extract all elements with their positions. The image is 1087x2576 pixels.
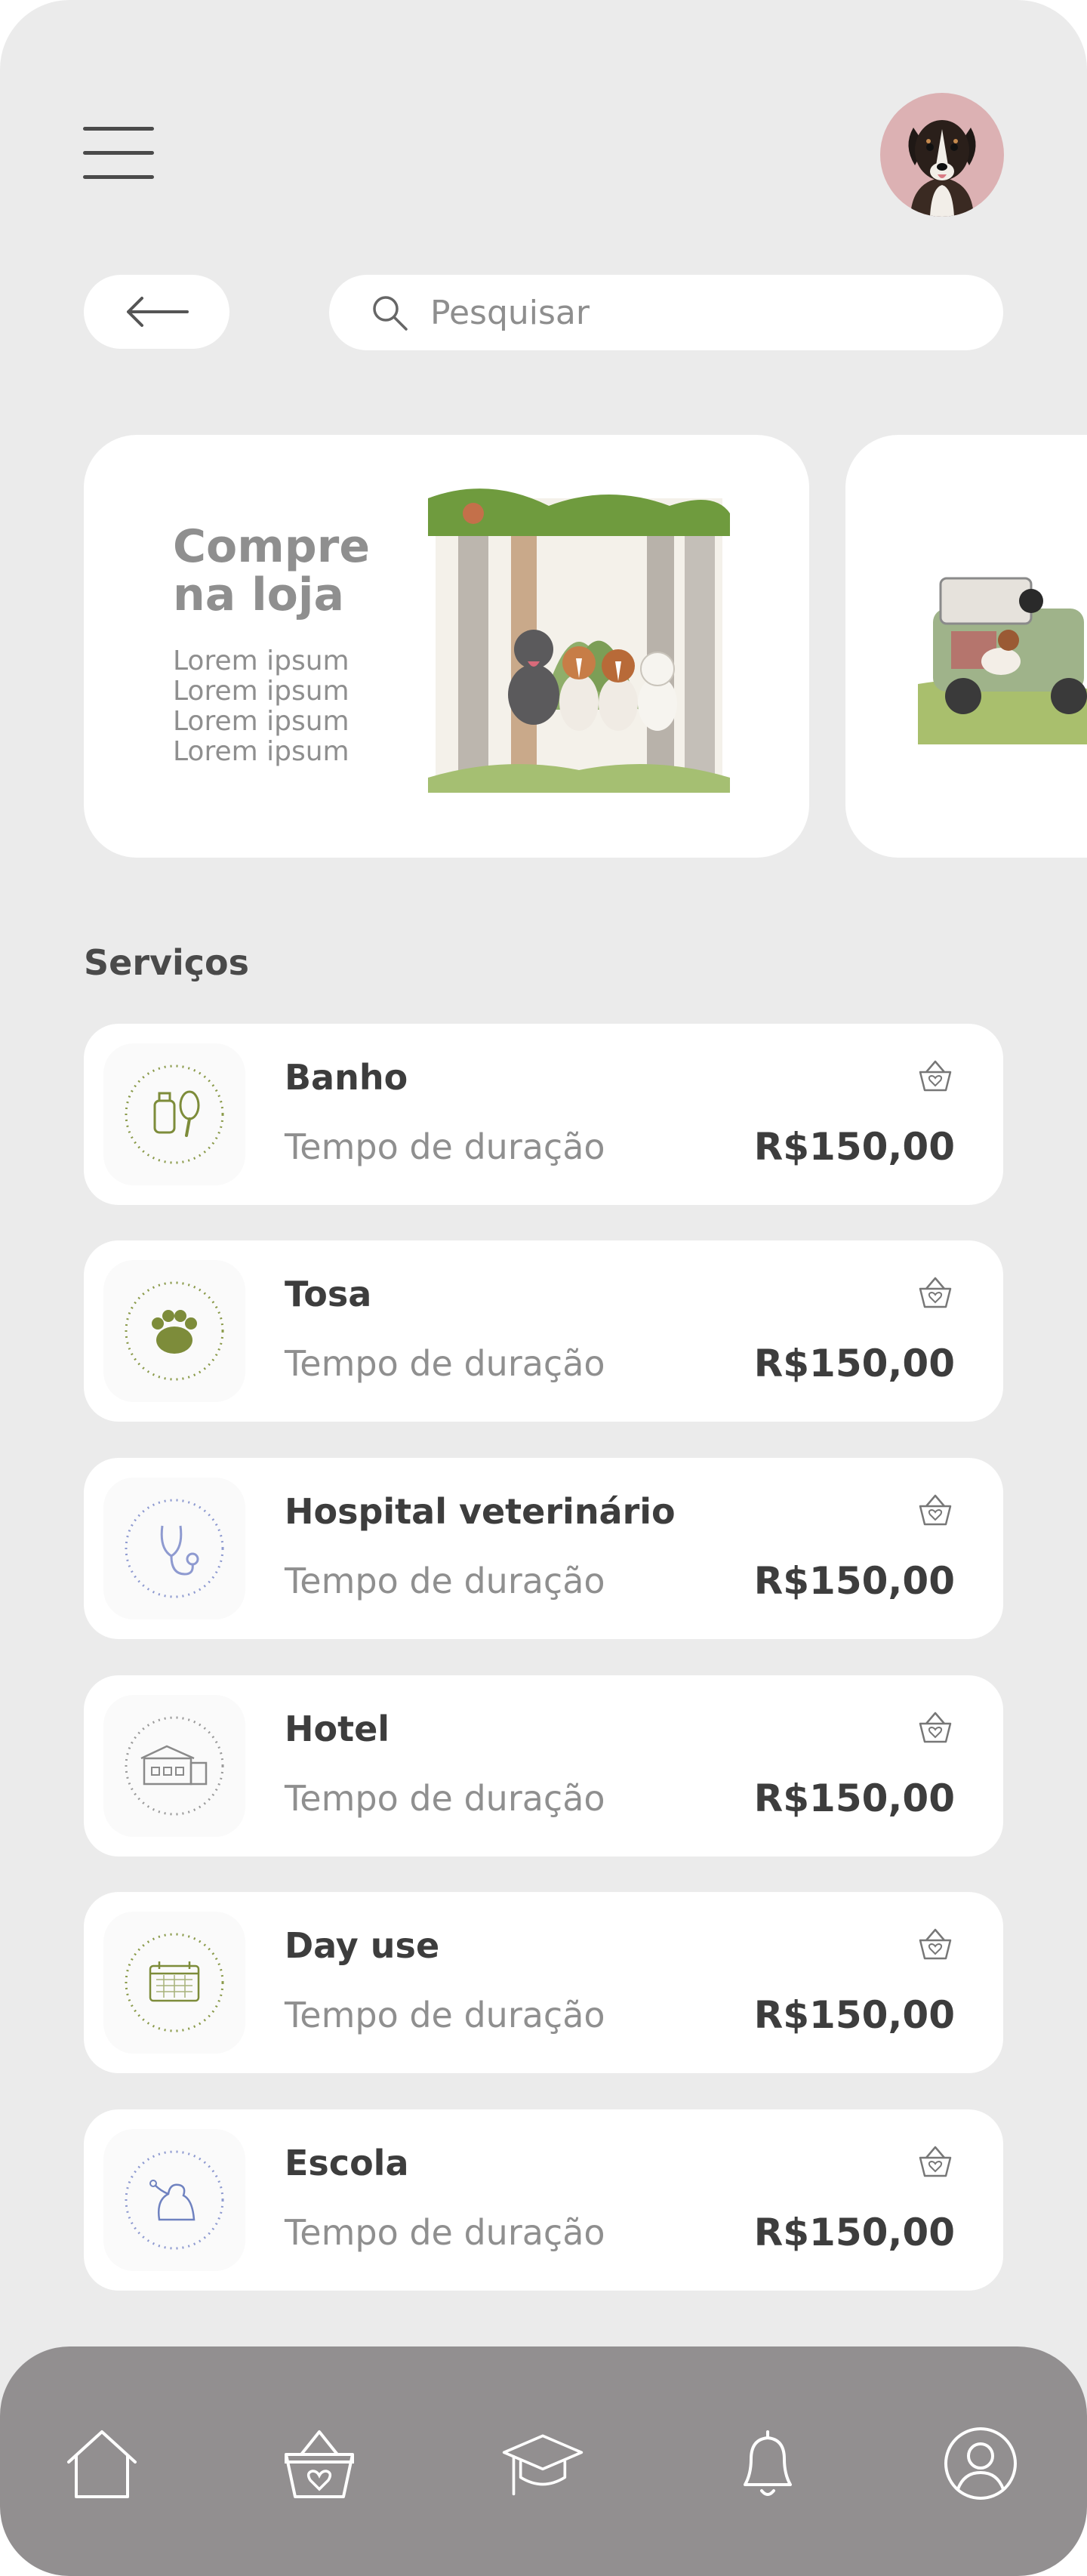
service-duration: Tempo de duração [285, 1126, 605, 1167]
service-card-escola[interactable]: Escola Tempo de duração R$150,00 [84, 2109, 1003, 2291]
dog-school-icon [103, 2129, 245, 2271]
promo-card[interactable]: Compre na loja Lorem ipsum Lorem ipsum L… [84, 435, 809, 858]
service-card-tosa[interactable]: Tosa Tempo de duração R$150,00 [84, 1240, 1003, 1422]
back-button[interactable] [84, 275, 229, 349]
service-name: Escola [285, 2143, 409, 2183]
service-price: R$150,00 [753, 1342, 955, 1385]
service-name: Hotel [285, 1709, 390, 1749]
bath-icon [103, 1043, 245, 1185]
service-price: R$150,00 [753, 1776, 955, 1820]
nav-home[interactable] [60, 2422, 143, 2505]
basket-heart-icon[interactable] [916, 1707, 955, 1746]
arrow-left-icon [126, 297, 189, 327]
nav-school[interactable] [501, 2422, 584, 2505]
services-title: Serviços [84, 942, 250, 983]
search-bar[interactable] [329, 275, 1003, 350]
search-input[interactable] [430, 293, 921, 332]
service-card-hotel[interactable]: Hotel Tempo de duração R$150,00 [84, 1675, 1003, 1857]
hotel-icon [103, 1695, 245, 1837]
promo-description: Lorem ipsum Lorem ipsum Lorem ipsum Lore… [173, 646, 399, 767]
promo-line: Lorem ipsum [173, 676, 350, 707]
nav-profile[interactable] [939, 2422, 1022, 2505]
service-duration: Tempo de duração [285, 2212, 605, 2253]
paw-icon [103, 1260, 245, 1402]
user-profile-icon [944, 2427, 1017, 2500]
service-card-banho[interactable]: Banho Tempo de duração R$150,00 [84, 1024, 1003, 1205]
dogs-in-car-illustration [918, 577, 1087, 744]
search-icon [373, 296, 408, 331]
service-name: Banho [285, 1057, 408, 1098]
nav-notifications[interactable] [726, 2422, 809, 2505]
basket-heart-icon [285, 2430, 354, 2498]
calendar-icon [103, 1912, 245, 2054]
promo-title: Compre na loja [173, 520, 371, 621]
service-price: R$150,00 [753, 1993, 955, 2037]
dogs-in-forest-illustration [428, 488, 730, 793]
bell-icon [744, 2430, 792, 2496]
service-duration: Tempo de duração [285, 1561, 605, 1601]
basket-heart-icon[interactable] [916, 1490, 955, 1529]
service-name: Day use [285, 1925, 440, 1966]
home-icon [67, 2430, 137, 2498]
avatar[interactable] [880, 93, 1004, 217]
service-duration: Tempo de duração [285, 1778, 605, 1819]
service-duration: Tempo de duração [285, 1995, 605, 2035]
service-price: R$150,00 [753, 2211, 955, 2254]
service-duration: Tempo de duração [285, 1343, 605, 1384]
stethoscope-icon [103, 1478, 245, 1619]
basket-heart-icon[interactable] [916, 1055, 955, 1095]
graduation-cap-icon [502, 2434, 584, 2496]
basket-heart-icon[interactable] [916, 1924, 955, 1963]
service-name: Tosa [285, 1274, 372, 1314]
promo-line: Lorem ipsum [173, 706, 350, 737]
promo-line: Lorem ipsum [173, 736, 350, 767]
promo-card[interactable] [845, 435, 1087, 858]
hamburger-menu-icon[interactable] [83, 125, 154, 180]
service-price: R$150,00 [753, 1559, 955, 1603]
bottom-navigation [0, 2346, 1087, 2576]
service-name: Hospital veterinário [285, 1491, 676, 1532]
service-card-hospital-veterinario[interactable]: Hospital veterinário Tempo de duração R$… [84, 1458, 1003, 1639]
nav-basket[interactable] [278, 2422, 361, 2505]
app-screen: Compre na loja Lorem ipsum Lorem ipsum L… [0, 0, 1087, 2576]
service-price: R$150,00 [753, 1125, 955, 1169]
promo-line: Lorem ipsum [173, 646, 350, 676]
basket-heart-icon[interactable] [916, 1272, 955, 1311]
service-card-day-use[interactable]: Day use Tempo de duração R$150,00 [84, 1892, 1003, 2073]
basket-heart-icon[interactable] [916, 2141, 955, 2180]
